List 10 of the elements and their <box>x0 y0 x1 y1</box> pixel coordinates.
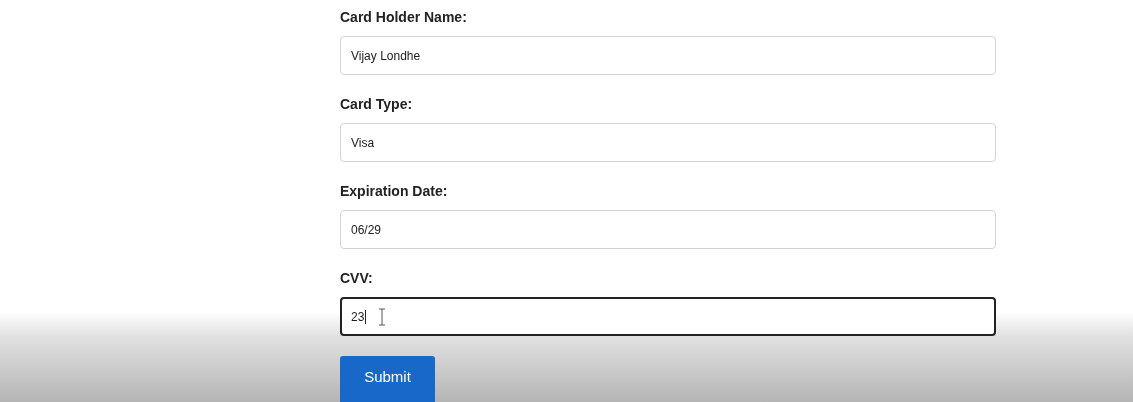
submit-button[interactable]: Submit <box>340 356 435 402</box>
field-label: CVV: <box>340 269 373 288</box>
text-cursor-icon <box>378 307 387 326</box>
input-field[interactable]: Visa <box>340 123 996 162</box>
field-label: Expiration Date: <box>340 182 448 201</box>
field-label: Card Holder Name: <box>340 8 467 27</box>
field-label: Card Type: <box>340 95 413 114</box>
input-field[interactable]: Vijay Londhe <box>340 36 996 75</box>
input-field[interactable]: 06/29 <box>340 210 996 249</box>
input-field[interactable]: 23 <box>340 297 996 336</box>
